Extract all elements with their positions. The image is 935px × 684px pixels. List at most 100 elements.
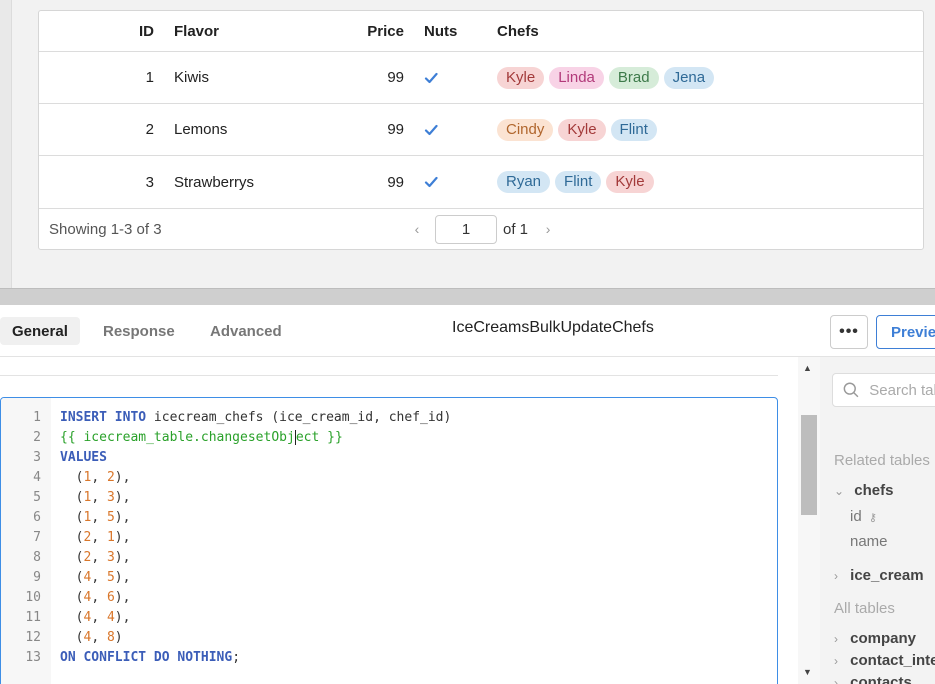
code-token: )	[114, 630, 123, 645]
table-row[interactable]: 3 Strawberrys 99 Ryan Flint Kyle	[39, 156, 923, 209]
code-token: ),	[114, 510, 131, 525]
left-rail	[0, 0, 12, 288]
scroll-down-icon[interactable]: ▼	[803, 667, 812, 677]
line-number: 11	[25, 610, 41, 625]
code-token: (	[60, 530, 84, 545]
line-number: 7	[33, 530, 41, 545]
panel-resize-handle[interactable]	[0, 288, 935, 305]
more-options-button[interactable]: •••	[830, 315, 868, 349]
tab-advanced[interactable]: Advanced	[210, 317, 282, 345]
line-number: 9	[33, 570, 41, 585]
column-header-chefs[interactable]: Chefs	[497, 11, 897, 51]
editor-area: 1 INSERT INTO icecream_chefs (ice_cream_i…	[0, 357, 798, 684]
code-line: 9 (4, 5),	[1, 568, 777, 588]
table-item-chefs[interactable]: ⌄ chefs	[834, 482, 893, 499]
code-token: ),	[114, 470, 131, 485]
code-line: 2 {{ icecream_table.changesetObject }}	[1, 428, 777, 448]
cell-id: 1	[145, 69, 154, 86]
line-number: 4	[33, 470, 41, 485]
code-line: 6 (1, 5),	[1, 508, 777, 528]
search-icon	[843, 382, 859, 398]
code-token: 4	[106, 610, 115, 625]
code-token: (	[60, 510, 84, 525]
preview-button[interactable]: Preview	[876, 315, 935, 349]
code-token: (	[60, 570, 84, 585]
checkmark-icon	[424, 176, 438, 188]
code-token: {{ icecream_table.changesetObj	[60, 430, 295, 445]
cell-flavor: Lemons	[174, 121, 228, 138]
code-line: 8 (2, 3),	[1, 548, 777, 568]
code-token: ),	[114, 590, 131, 605]
table-row[interactable]: 1 Kiwis 99 Kyle Linda Brad Jena	[39, 52, 923, 104]
code-token: ,	[91, 550, 107, 565]
code-token: 5	[106, 510, 115, 525]
scroll-thumb[interactable]	[801, 415, 817, 515]
schema-sidebar: Search tables Related tables ⌄ chefs id …	[820, 357, 935, 684]
code-token: ),	[114, 610, 131, 625]
tab-response[interactable]: Response	[103, 317, 175, 345]
table-search-input[interactable]: Search tables	[832, 373, 935, 407]
line-number: 3	[33, 450, 41, 465]
query-name[interactable]: IceCreamsBulkUpdateChefs	[452, 319, 654, 337]
chevron-right-icon: ›	[834, 632, 838, 646]
code-token: (	[60, 470, 84, 485]
table-footer: Showing 1-3 of 3 ‹ 1 of 1 ›	[39, 208, 923, 249]
cell-chefs: Ryan Flint Kyle	[497, 156, 897, 208]
column-header-nuts[interactable]: Nuts	[424, 11, 484, 51]
code-token: 3	[106, 550, 115, 565]
code-text: (1, 2),	[60, 468, 131, 488]
chef-tag: Jena	[663, 66, 715, 89]
code-token: 8	[106, 630, 115, 645]
code-text: (1, 3),	[60, 488, 131, 508]
code-token: ,	[91, 490, 107, 505]
table-item-contact-interactions[interactable]: › contact_interactions	[834, 652, 935, 669]
scroll-up-icon[interactable]: ▲	[803, 363, 812, 373]
showing-count: Showing 1-3 of 3	[49, 220, 162, 238]
table-name: contact_interactions	[850, 652, 935, 669]
code-token: ,	[91, 530, 107, 545]
chevron-left-icon[interactable]: ‹	[405, 214, 429, 244]
chef-tag: Flint	[555, 171, 602, 193]
field-name-row[interactable]: name	[850, 533, 888, 550]
column-header-price[interactable]: Price	[339, 11, 404, 51]
line-number: 8	[33, 550, 41, 565]
table-row[interactable]: 2 Lemons 99 Cindy Kyle Flint	[39, 104, 923, 156]
code-token: ect }}	[295, 430, 343, 445]
column-header-flavor[interactable]: Flavor	[174, 11, 334, 51]
tab-general[interactable]: General	[0, 317, 80, 345]
column-header-id[interactable]: ID	[99, 11, 154, 51]
code-token: 3	[106, 490, 115, 505]
chef-tag: Flint	[610, 118, 657, 141]
code-token: (	[60, 550, 84, 565]
code-token: ),	[114, 550, 131, 565]
table-item-ice-cream[interactable]: › ice_cream	[834, 567, 924, 584]
vertical-scrollbar[interactable]: ▲ ▼	[798, 357, 820, 684]
line-number: 10	[25, 590, 41, 605]
chef-tag: Linda	[549, 66, 604, 89]
code-text: {{ icecream_table.changesetObject }}	[60, 428, 343, 448]
field-id[interactable]: id ⚷	[850, 508, 877, 525]
code-line: 10 (4, 6),	[1, 588, 777, 608]
table-name: contacts	[850, 674, 912, 684]
code-line: 5 (1, 3),	[1, 488, 777, 508]
code-line: 1 INSERT INTO icecream_chefs (ice_cream_i…	[1, 408, 777, 428]
cell-price: 99	[387, 69, 404, 86]
table-item-contacts[interactable]: › contacts	[834, 674, 912, 684]
cell-chefs: Cindy Kyle Flint	[497, 104, 897, 155]
code-line: 4 (1, 2),	[1, 468, 777, 488]
code-token: icecream_chefs (ice_cream_id, chef_id)	[146, 410, 452, 425]
table-item-company[interactable]: › company	[834, 630, 916, 647]
line-number: 6	[33, 510, 41, 525]
code-token: (	[60, 630, 84, 645]
search-placeholder: Search tables	[869, 381, 935, 399]
code-token: INSERT INTO	[60, 410, 147, 425]
table-name: chefs	[854, 482, 894, 499]
code-text: (2, 1),	[60, 528, 131, 548]
app-root: ID Flavor Price Nuts Chefs 1 Kiwis 99 Kyle L…	[0, 0, 935, 684]
cell-nuts	[424, 52, 484, 103]
sql-code-editor[interactable]: 1 INSERT INTO icecream_chefs (ice_cream_i…	[0, 397, 778, 684]
chevron-right-icon[interactable]: ›	[536, 214, 560, 244]
icecream-table[interactable]: ID Flavor Price Nuts Chefs 1 Kiwis 99 Kyle L…	[38, 10, 924, 250]
table-name: ice_cream	[850, 567, 924, 584]
page-number-input[interactable]: 1	[435, 214, 497, 244]
